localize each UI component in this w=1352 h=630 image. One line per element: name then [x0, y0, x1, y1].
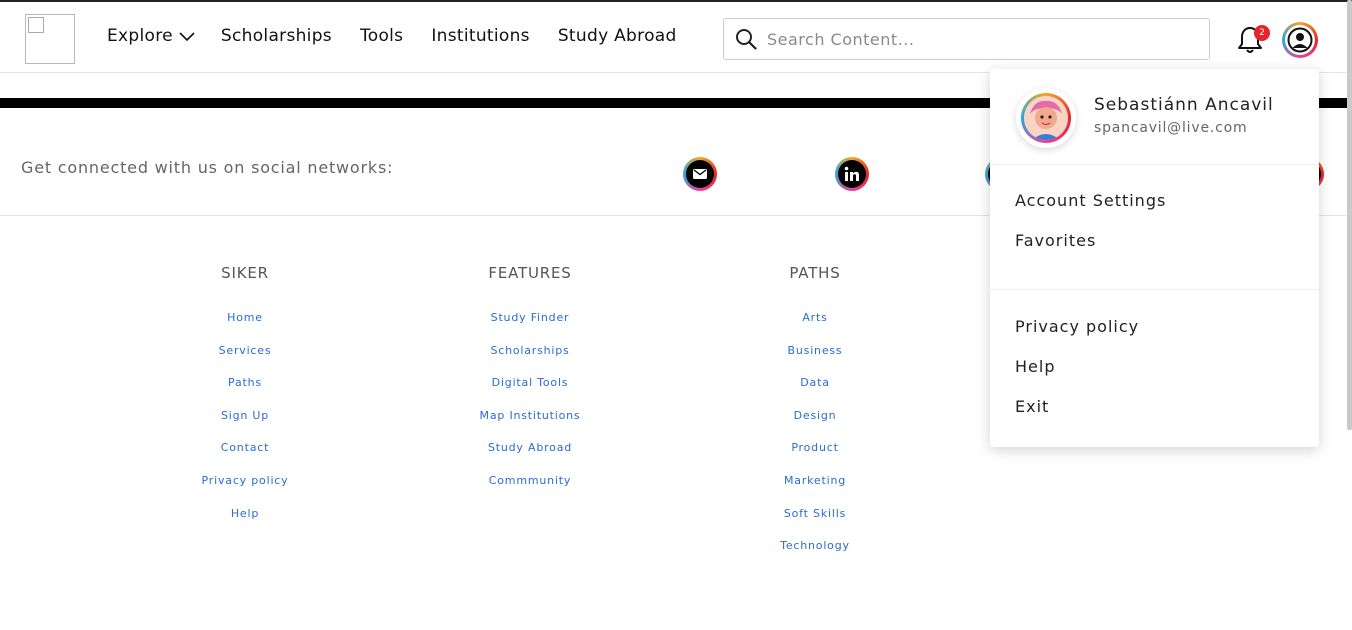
footer-link[interactable]: Commmunity: [430, 475, 630, 508]
footer-link[interactable]: Paths: [145, 377, 345, 410]
account-menu-group: Privacy policy Help Exit: [990, 290, 1319, 455]
social-networks-text: Get connected with us on social networks…: [21, 158, 394, 177]
menu-item-help[interactable]: Help: [1015, 355, 1319, 395]
menu-item-privacy-policy[interactable]: Privacy policy: [1015, 315, 1319, 355]
account-dropdown-menu: Sebastiánn Ancavil spancavil@live.com Ac…: [990, 69, 1319, 447]
footer-link[interactable]: Contact: [145, 442, 345, 475]
footer-link[interactable]: Soft Skills: [715, 508, 915, 541]
linkedin-glyph: [844, 166, 859, 181]
footer-link[interactable]: Home: [145, 312, 345, 345]
footer-column-paths: PATHS Arts Business Data Design Product …: [715, 264, 915, 573]
nav-explore[interactable]: Explore: [107, 26, 195, 46]
nav-explore-label: Explore: [107, 26, 173, 46]
avatar-illustration: [1024, 96, 1068, 140]
account-avatar-button[interactable]: [1282, 22, 1318, 58]
mail-icon[interactable]: [683, 157, 717, 191]
nav-study-abroad[interactable]: Study Abroad: [558, 26, 677, 46]
page-scrollbar[interactable]: [1347, 0, 1352, 430]
user-circle-icon: [1287, 27, 1313, 53]
footer-column-siker: SIKER Home Services Paths Sign Up Contac…: [145, 264, 345, 540]
nav-institutions[interactable]: Institutions: [431, 26, 530, 46]
nav-scholarships[interactable]: Scholarships: [221, 26, 332, 46]
menu-item-exit[interactable]: Exit: [1015, 395, 1319, 435]
footer-link[interactable]: Help: [145, 508, 345, 541]
account-dropdown-header: Sebastiánn Ancavil spancavil@live.com: [990, 69, 1319, 165]
linkedin-icon[interactable]: [835, 157, 869, 191]
main-nav: Explore Scholarships Tools Institutions …: [107, 26, 705, 46]
footer-link[interactable]: Sign Up: [145, 410, 345, 443]
account-menu-group: Account Settings Favorites: [990, 165, 1319, 290]
footer-link[interactable]: Map Institutions: [430, 410, 630, 443]
footer-link[interactable]: Design: [715, 410, 915, 443]
footer-column-features: FEATURES Study Finder Scholarships Digit…: [430, 264, 630, 508]
footer-link[interactable]: Services: [145, 345, 345, 378]
footer-link[interactable]: Scholarships: [430, 345, 630, 378]
menu-item-favorites[interactable]: Favorites: [1015, 229, 1319, 269]
footer-link[interactable]: Privacy policy: [145, 475, 345, 508]
footer-link[interactable]: Product: [715, 442, 915, 475]
footer-link[interactable]: Business: [715, 345, 915, 378]
avatar: [1016, 88, 1076, 148]
footer-link[interactable]: Study Finder: [430, 312, 630, 345]
notification-count-badge: 2: [1254, 25, 1270, 41]
footer-column-title: PATHS: [789, 264, 841, 282]
footer-link[interactable]: Digital Tools: [430, 377, 630, 410]
chevron-down-icon: [179, 32, 195, 42]
footer-column-title: FEATURES: [488, 264, 572, 282]
top-navbar: Explore Scholarships Tools Institutions …: [0, 0, 1352, 73]
user-name: Sebastiánn Ancavil: [1094, 95, 1274, 115]
search-input[interactable]: [767, 29, 1187, 49]
footer-link[interactable]: Study Abroad: [430, 442, 630, 475]
footer-column-title: SIKER: [221, 264, 269, 282]
footer-link[interactable]: Arts: [715, 312, 915, 345]
footer-link[interactable]: Data: [715, 377, 915, 410]
nav-tools[interactable]: Tools: [360, 26, 403, 46]
footer-link[interactable]: Technology: [715, 540, 915, 573]
search-icon: [736, 29, 757, 50]
envelope-glyph: [693, 169, 707, 179]
search-box: [723, 18, 1210, 60]
user-email: spancavil@live.com: [1094, 120, 1248, 136]
site-logo[interactable]: [25, 14, 75, 64]
menu-item-account-settings[interactable]: Account Settings: [1015, 189, 1319, 229]
footer-link[interactable]: Marketing: [715, 475, 915, 508]
